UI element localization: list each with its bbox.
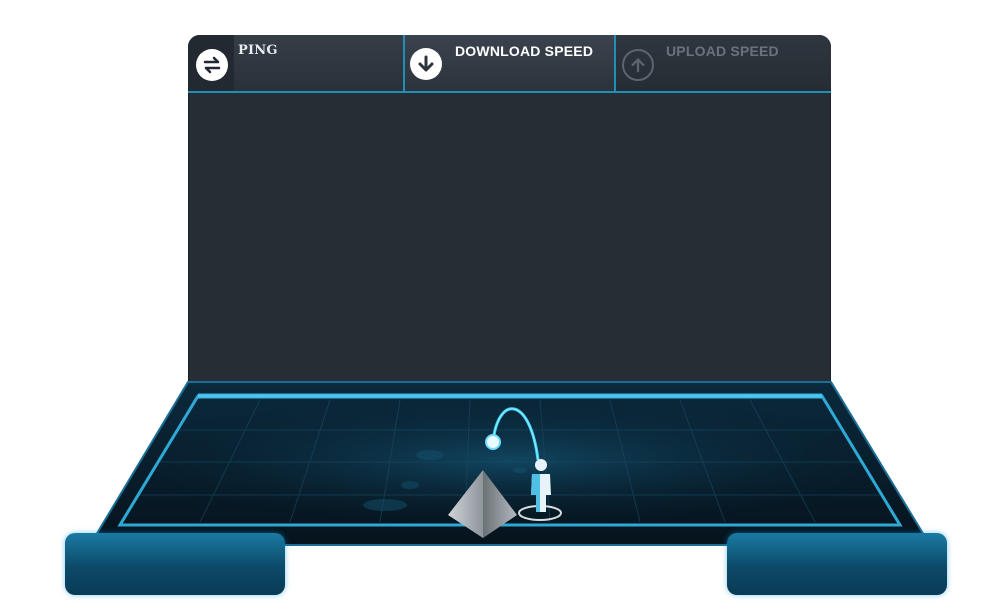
- result-block-left: [65, 533, 285, 595]
- result-block-right: [727, 533, 947, 595]
- arc-pulse-dot: [485, 434, 501, 450]
- map-floor: [88, 381, 932, 546]
